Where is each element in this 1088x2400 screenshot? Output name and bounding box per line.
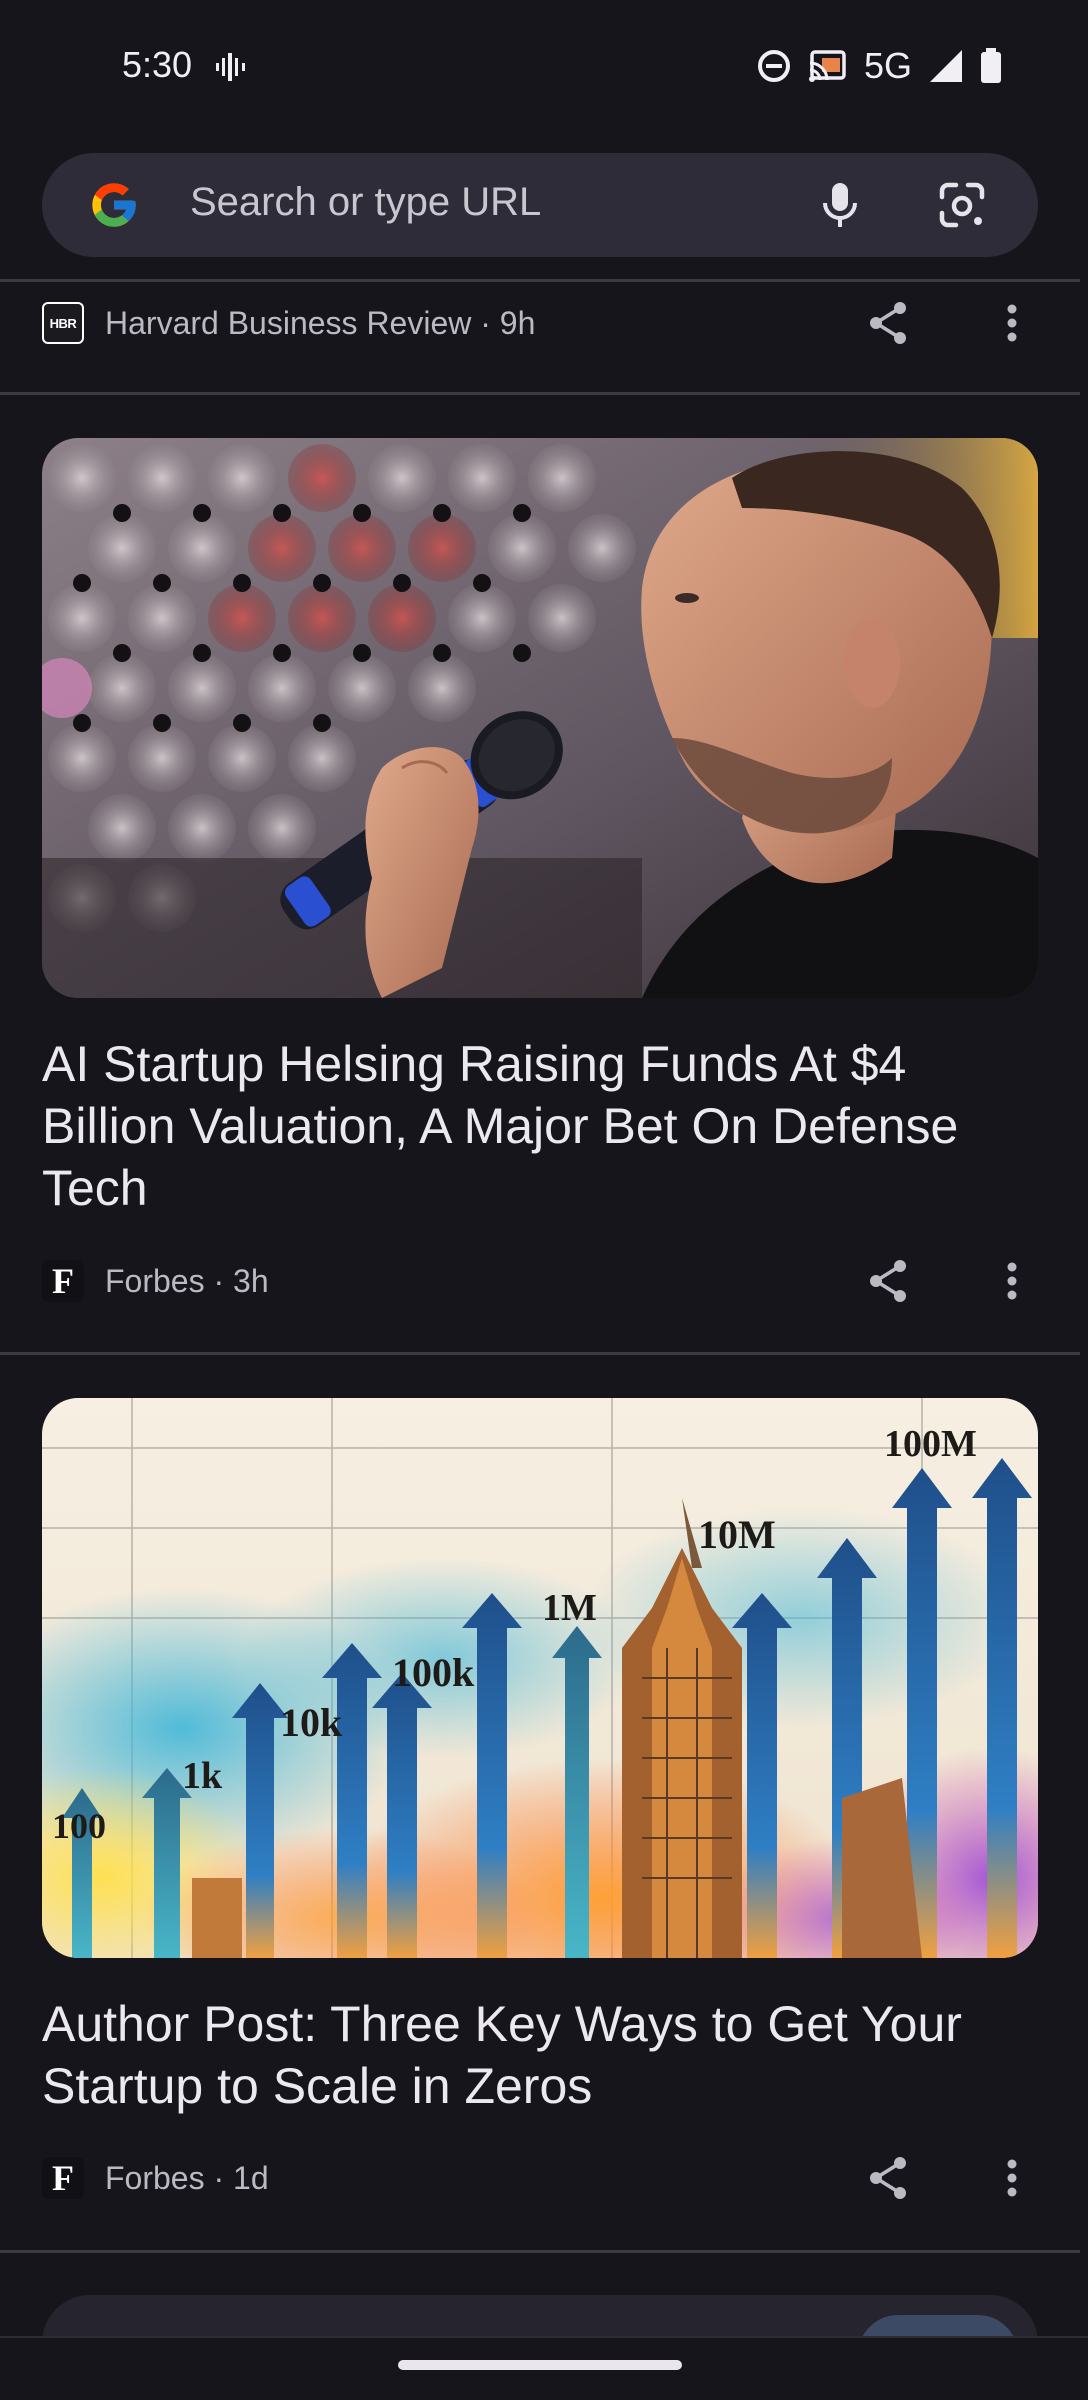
do-not-disturb-icon bbox=[757, 50, 790, 82]
more-options-icon[interactable] bbox=[992, 298, 1032, 348]
article-source: Forbes · 1d bbox=[105, 2160, 269, 2196]
chrome-new-tab-page: 5:30 5G Search or type URL HBR Harvard B… bbox=[0, 0, 1088, 2400]
forbes-logo-icon: F bbox=[42, 1260, 84, 1302]
article-meta-row: HBR Harvard Business Review · 9h bbox=[42, 298, 1042, 348]
man-with-microphone-image bbox=[42, 438, 1038, 998]
article-meta-row: F Forbes · 1d bbox=[42, 2153, 1042, 2203]
lens-icon[interactable] bbox=[934, 177, 990, 233]
article-title[interactable]: Author Post: Three Key Ways to Get Your … bbox=[42, 1993, 1042, 2117]
label-10M: 10M bbox=[698, 1512, 776, 1557]
article-image-speaker[interactable] bbox=[42, 438, 1038, 998]
vibrate-icon bbox=[216, 53, 245, 81]
status-time: 5:30 bbox=[122, 44, 193, 85]
signal-icon bbox=[930, 50, 962, 82]
label-100k: 100k bbox=[392, 1650, 475, 1695]
search-placeholder-text[interactable]: Search or type URL bbox=[190, 180, 541, 225]
network-type: 5G bbox=[863, 45, 912, 86]
divider bbox=[0, 1352, 1080, 1355]
article-title[interactable]: AI Startup Helsing Raising Funds At $4 B… bbox=[42, 1033, 1042, 1219]
article-source: Forbes · 3h bbox=[105, 1263, 269, 1299]
forbes-logo-icon: F bbox=[42, 2157, 84, 2199]
google-logo-icon bbox=[92, 183, 136, 227]
divider bbox=[0, 279, 1080, 282]
hbr-logo-icon: HBR bbox=[42, 302, 84, 344]
divider bbox=[0, 392, 1080, 395]
share-icon[interactable] bbox=[864, 1256, 914, 1306]
mic-icon[interactable] bbox=[812, 177, 868, 233]
more-options-icon[interactable] bbox=[992, 1256, 1032, 1306]
label-100: 100 bbox=[52, 1806, 106, 1846]
home-gesture-handle[interactable] bbox=[398, 2360, 682, 2370]
growth-arrows-image: 100 1k 10k 100k 1M 10M 100M bbox=[42, 1398, 1038, 1958]
label-10k: 10k bbox=[280, 1700, 343, 1745]
cast-icon bbox=[808, 50, 846, 82]
article-source: Harvard Business Review · 9h bbox=[105, 305, 536, 341]
label-100M: 100M bbox=[884, 1423, 977, 1465]
status-icons: 5G bbox=[756, 44, 1002, 88]
omnibox-search-bar[interactable]: Search or type URL bbox=[42, 153, 1038, 257]
divider bbox=[0, 2250, 1080, 2253]
article-image-growth[interactable]: 100 1k 10k 100k 1M 10M 100M bbox=[42, 1398, 1038, 1958]
share-icon[interactable] bbox=[864, 2153, 914, 2203]
more-options-icon[interactable] bbox=[992, 2153, 1032, 2203]
article-meta-row: F Forbes · 3h bbox=[42, 1256, 1042, 1306]
label-1M: 1M bbox=[542, 1587, 597, 1629]
label-1k: 1k bbox=[182, 1755, 223, 1797]
share-icon[interactable] bbox=[864, 298, 914, 348]
status-bar: 5:30 5G bbox=[0, 0, 1088, 130]
battery-icon bbox=[981, 48, 1001, 83]
